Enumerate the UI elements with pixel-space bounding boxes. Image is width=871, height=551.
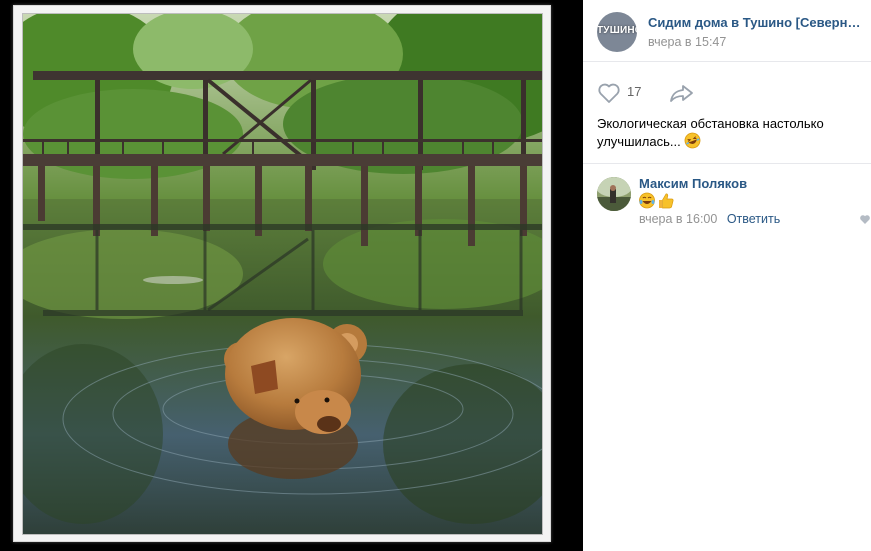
post-side-panel: ТУШИНО Сидим дома в Тушино [Северном ...… xyxy=(583,0,871,551)
post-actions: 17 xyxy=(583,62,871,110)
group-name-link[interactable]: Сидим дома в Тушино [Северном ... xyxy=(648,15,868,30)
face-with-tears-of-joy-emoji xyxy=(639,192,655,209)
group-avatar-text: ТУШИНО xyxy=(597,25,637,36)
share-arrow-icon xyxy=(670,85,693,102)
photo-frame xyxy=(13,5,551,542)
divider xyxy=(583,163,871,164)
comment-time[interactable]: вчера в 16:00 xyxy=(639,212,717,226)
like-count: 17 xyxy=(627,84,642,99)
rolling-on-floor-laughing-emoji xyxy=(684,132,701,153)
comment-like-button[interactable] xyxy=(859,213,871,228)
post-header: ТУШИНО Сидим дома в Тушино [Северном ...… xyxy=(583,0,871,62)
reply-link[interactable]: Ответить xyxy=(727,212,780,226)
post-text-content: Экологическая обстановка настолько улучш… xyxy=(597,116,824,149)
comment-emojis xyxy=(639,192,674,209)
group-avatar[interactable]: ТУШИНО xyxy=(597,12,637,52)
photo-viewer xyxy=(0,0,583,551)
comment-meta: вчера в 16:00 Ответить xyxy=(639,212,780,226)
comment-item: Максим Поляков вчера в 16:00 Ответить xyxy=(583,170,871,240)
post-text: Экологическая обстановка настолько улучш… xyxy=(597,115,859,153)
post-photo[interactable] xyxy=(22,13,543,535)
comment-author-link[interactable]: Максим Поляков xyxy=(639,176,747,191)
photo-image xyxy=(23,14,542,534)
like-button[interactable]: 17 xyxy=(597,82,657,104)
comment-text xyxy=(639,192,675,210)
post-time[interactable]: вчера в 15:47 xyxy=(648,35,726,49)
thumbs-up-emoji xyxy=(659,193,674,209)
share-button[interactable] xyxy=(669,82,695,104)
commenter-avatar[interactable] xyxy=(597,177,631,211)
heart-icon xyxy=(860,215,870,224)
heart-icon xyxy=(598,83,620,103)
